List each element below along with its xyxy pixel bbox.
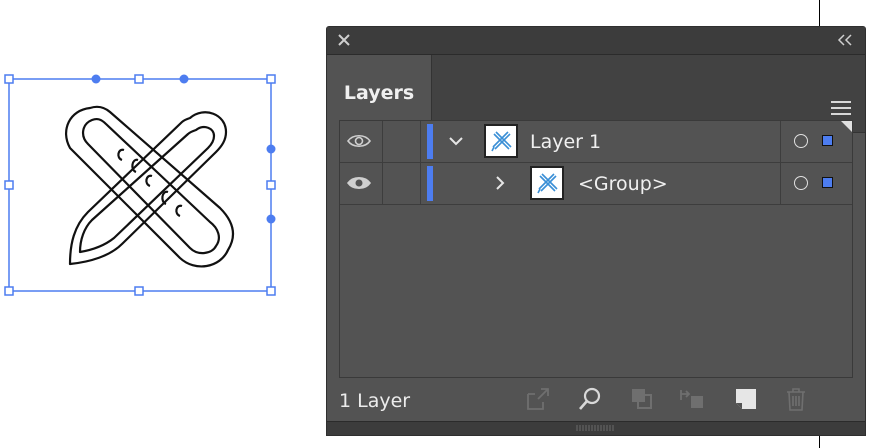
anchor-points[interactable] [91,74,276,224]
layer-count: 1 Layer [339,390,411,412]
guide-line-bottom [819,436,820,448]
selection-indicator[interactable] [822,135,833,146]
column-divider [780,163,781,204]
eye-icon[interactable] [346,173,372,193]
export-icon[interactable] [525,386,551,412]
selection-handles[interactable] [4,74,276,296]
ruler-pencil-thumbnail-icon [491,131,512,152]
double-chevron-left-icon[interactable] [837,34,853,46]
selected-artwork[interactable] [0,0,320,448]
ruler-pencil-artwork [64,105,235,268]
guide-line-top [819,0,820,26]
layers-panel: Layers Layer 1 <Group> 1 Layer [326,26,866,436]
layer-name[interactable]: Layer 1 [530,131,601,153]
layer-thumbnail [530,166,564,200]
layer-color-indicator [427,124,433,159]
layer-thumbnail [484,124,518,158]
layer-color-indicator [427,166,433,201]
chevron-down-icon[interactable] [448,133,464,149]
ruler-pencil-thumbnail-icon [537,173,558,194]
layer-row[interactable]: Layer 1 [340,121,852,163]
search-icon[interactable] [577,386,603,412]
column-divider [382,163,383,204]
column-divider [382,121,383,162]
layer-row[interactable]: <Group> [340,163,852,205]
artboard-canvas[interactable] [0,0,320,448]
close-icon[interactable] [337,33,351,47]
panel-footer: 1 Layer [327,378,865,423]
new-layer-icon[interactable] [733,386,759,412]
current-layer-corner-icon [841,121,852,132]
target-circle-icon[interactable] [794,134,808,148]
panel-resize-bar[interactable] [327,421,865,435]
column-divider [420,163,421,204]
clipping-mask-icon[interactable] [629,386,655,412]
column-divider [420,121,421,162]
move-to-layer-icon[interactable] [679,386,705,412]
selection-bounds [8,78,272,292]
hamburger-menu-icon[interactable] [831,100,851,116]
eye-icon[interactable] [346,131,372,151]
layer-name[interactable]: <Group> [578,173,668,195]
selection-indicator[interactable] [822,177,833,188]
target-circle-icon[interactable] [794,176,808,190]
layers-list[interactable]: Layer 1 <Group> [339,120,853,378]
chevron-right-icon[interactable] [492,175,508,191]
trash-icon[interactable] [783,386,809,412]
resize-grip-icon[interactable] [575,424,615,432]
column-divider [780,121,781,162]
panel-titlebar[interactable] [327,27,865,55]
